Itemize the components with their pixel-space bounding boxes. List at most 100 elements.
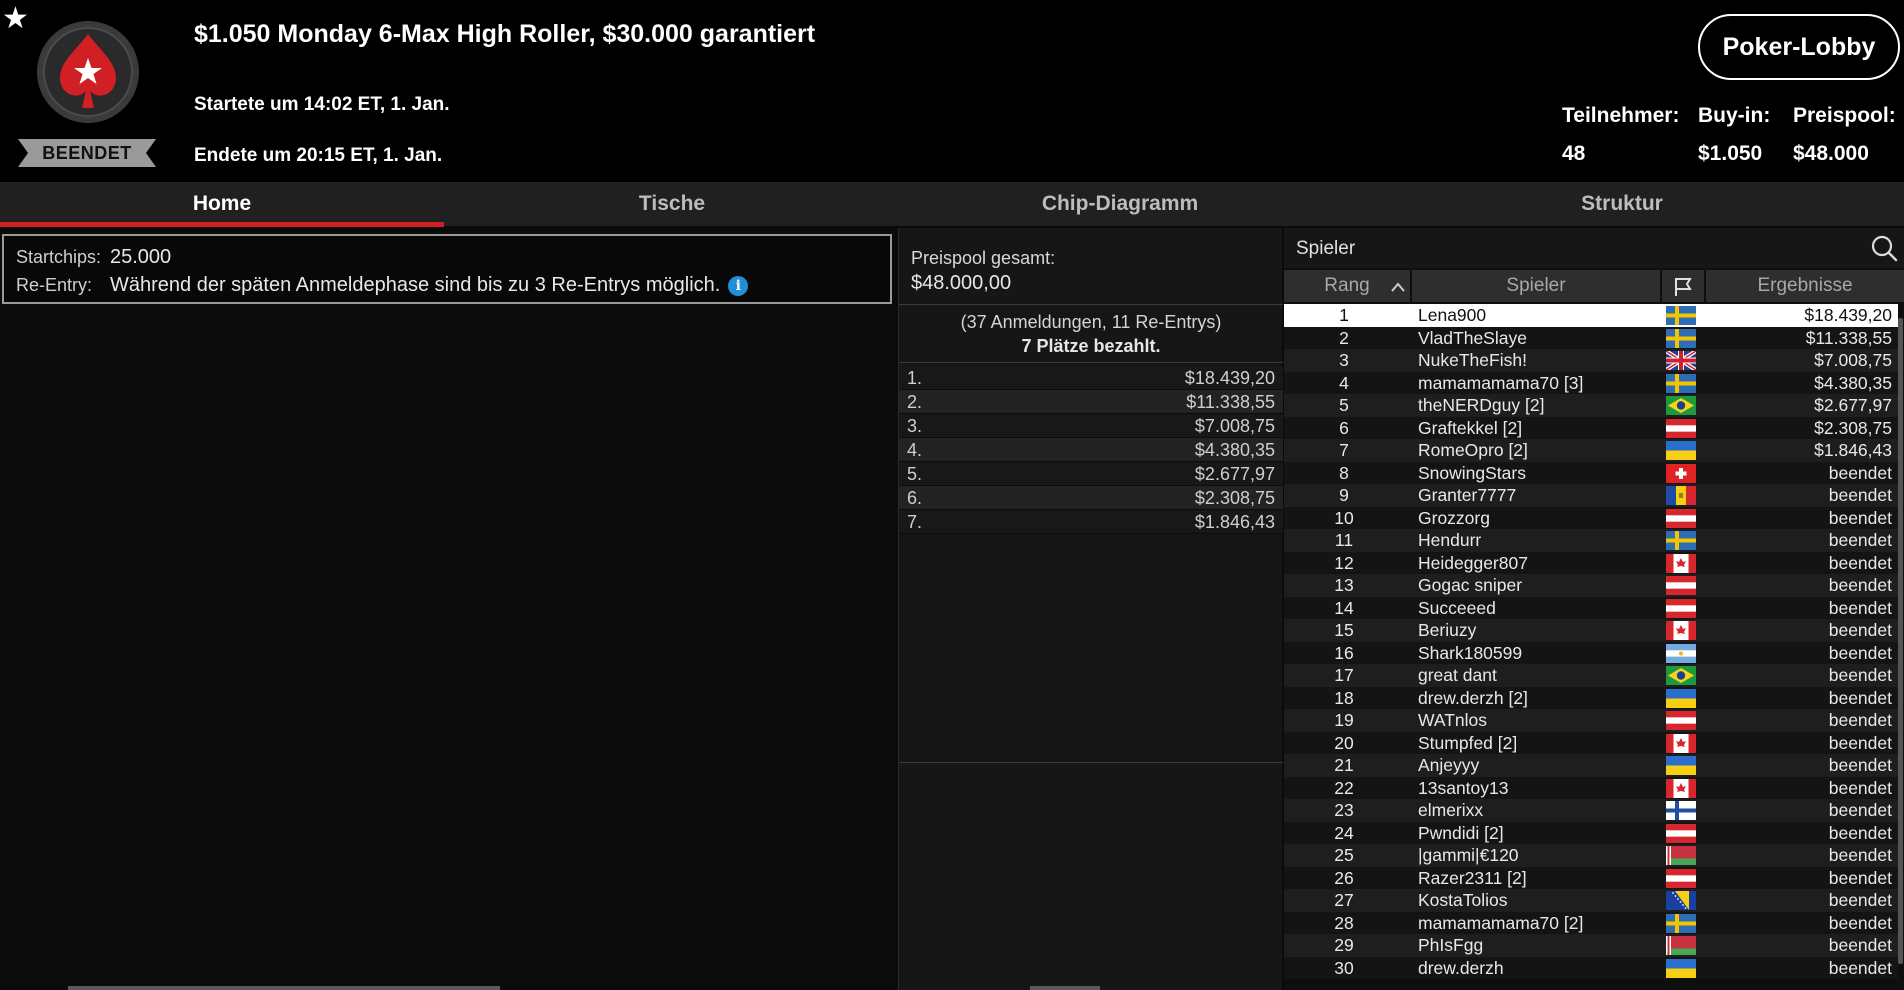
column-results[interactable]: Ergebnisse bbox=[1706, 270, 1904, 302]
tab-home[interactable]: Home bbox=[0, 182, 444, 226]
payout-amount: $2.677,97 bbox=[1194, 464, 1275, 484]
player-row[interactable]: 28 mamamamama70 [2] beendet bbox=[1284, 911, 1898, 934]
player-name: Anjeyyy bbox=[1418, 755, 1480, 775]
payout-amount: $1.846,43 bbox=[1194, 512, 1275, 532]
payout-place: 6. bbox=[907, 488, 923, 508]
vertical-scrollbar[interactable] bbox=[1898, 318, 1903, 964]
player-rank: 19 bbox=[1334, 710, 1354, 730]
player-row[interactable]: 23 elmerixx beendet bbox=[1284, 799, 1898, 822]
player-row[interactable]: 2 VladTheSlaye $11.338,55 bbox=[1284, 326, 1898, 349]
player-result: beendet bbox=[1828, 530, 1892, 550]
player-rank: 27 bbox=[1334, 890, 1354, 910]
player-name: RomeOpro [2] bbox=[1418, 440, 1528, 460]
horizontal-scrollbar[interactable] bbox=[68, 986, 500, 990]
player-name: Grozzorg bbox=[1418, 507, 1490, 528]
player-rank: 18 bbox=[1334, 687, 1354, 708]
player-name: drew.derzh bbox=[1418, 957, 1504, 978]
horizontal-scrollbar[interactable] bbox=[1030, 986, 1100, 990]
player-row[interactable]: 6 Graftekkel [2] $2.308,75 bbox=[1284, 416, 1898, 439]
player-row[interactable]: 7 RomeOpro [2] $1.846,43 bbox=[1284, 439, 1898, 462]
tab-chip-diagramm[interactable]: Chip-Diagramm bbox=[900, 182, 1340, 226]
player-row[interactable]: 12 Heidegger807 beendet bbox=[1284, 551, 1898, 574]
player-row[interactable]: 26 Razer2311 [2] beendet bbox=[1284, 866, 1898, 889]
player-name: SnowingStars bbox=[1418, 462, 1526, 483]
country-flag-ua-icon bbox=[1666, 688, 1696, 708]
payout-row: 1. $18.439,20 bbox=[899, 366, 1283, 390]
country-flag-at-icon bbox=[1666, 823, 1696, 843]
players-header: Spieler bbox=[1284, 228, 1904, 268]
tab-tische[interactable]: Tische bbox=[444, 182, 900, 226]
player-result: beendet bbox=[1828, 665, 1892, 685]
country-flag-se-icon bbox=[1666, 328, 1696, 348]
player-row[interactable]: 29 PhIsFgg beendet bbox=[1284, 934, 1898, 957]
player-row[interactable]: 11 Hendurr beendet bbox=[1284, 529, 1898, 552]
payout-row: 3. $7.008,75 bbox=[899, 414, 1283, 438]
player-rank: 7 bbox=[1339, 440, 1349, 460]
player-row[interactable]: 21 Anjeyyy beendet bbox=[1284, 754, 1898, 777]
country-flag-se-icon bbox=[1666, 531, 1696, 550]
column-flag[interactable] bbox=[1662, 270, 1704, 302]
column-player[interactable]: Spieler bbox=[1412, 270, 1660, 302]
payout-place: 2. bbox=[907, 392, 923, 412]
player-result: beendet bbox=[1828, 822, 1892, 843]
players-panel: Spieler Rang Spieler Ergebnisse 1 Lena900… bbox=[1284, 228, 1904, 990]
player-row[interactable]: 9 Granter7777 beendet bbox=[1284, 484, 1898, 507]
status-badge-text: BEENDET bbox=[42, 143, 132, 163]
chevron-up-icon[interactable] bbox=[1390, 280, 1406, 294]
player-name: mamamamama70 [3] bbox=[1418, 372, 1584, 393]
player-result: $1.846,43 bbox=[1814, 440, 1892, 460]
player-row[interactable]: 22 13santoy13 beendet bbox=[1284, 776, 1898, 799]
player-row[interactable]: 25 |gammi|€120 beendet bbox=[1284, 844, 1898, 867]
payout-place: 3. bbox=[907, 416, 923, 436]
player-row[interactable]: 14 Succeeed beendet bbox=[1284, 596, 1898, 619]
paid-places: 7 Plätze bezahlt. bbox=[1021, 336, 1161, 356]
star-icon[interactable]: ★ bbox=[2, 4, 29, 34]
player-rank: 5 bbox=[1339, 395, 1349, 415]
player-row[interactable]: 13 Gogac sniper beendet bbox=[1284, 574, 1898, 597]
start-time: Startete um 14:02 ET, 1. Jan. bbox=[194, 94, 450, 115]
info-icon[interactable]: i bbox=[728, 276, 749, 296]
country-flag-at-icon bbox=[1666, 576, 1696, 596]
payout-amount: $7.008,75 bbox=[1194, 416, 1275, 436]
prizepool-label: Preispool: bbox=[1793, 104, 1896, 127]
player-row[interactable]: 30 drew.derzh beendet bbox=[1284, 956, 1898, 979]
country-flag-md-icon bbox=[1666, 486, 1697, 505]
status-badge: BEENDET bbox=[18, 139, 156, 167]
payout-place: 4. bbox=[907, 440, 923, 460]
player-row[interactable]: 5 theNERDguy [2] $2.677,97 bbox=[1284, 394, 1898, 417]
player-row[interactable]: 17 great dant beendet bbox=[1284, 664, 1898, 687]
player-row[interactable]: 15 Beriuzy beendet bbox=[1284, 619, 1898, 642]
player-name: Shark180599 bbox=[1418, 642, 1523, 663]
player-row[interactable]: 4 mamamamama70 [3] $4.380,35 bbox=[1284, 371, 1898, 394]
player-name: Graftekkel [2] bbox=[1418, 417, 1523, 438]
player-name: NukeTheFish! bbox=[1418, 350, 1527, 370]
player-result: beendet bbox=[1828, 800, 1892, 820]
search-icon[interactable] bbox=[1870, 234, 1898, 262]
divider bbox=[899, 304, 1283, 305]
player-result: beendet bbox=[1828, 507, 1892, 528]
payout-row: 4. $4.380,35 bbox=[899, 438, 1283, 462]
player-row[interactable]: 24 Pwndidi [2] beendet bbox=[1284, 821, 1898, 844]
poker-lobby-button[interactable]: Poker-Lobby bbox=[1698, 14, 1900, 80]
startchips-row: Startchips: 25.000 bbox=[16, 246, 171, 269]
player-row[interactable]: 18 drew.derzh [2] beendet bbox=[1284, 686, 1898, 709]
player-row[interactable]: 27 KostaTolios beendet bbox=[1284, 889, 1898, 912]
country-flag-se-icon bbox=[1666, 373, 1696, 393]
player-row[interactable]: 19 WATnlos beendet bbox=[1284, 709, 1898, 732]
player-row[interactable]: 16 Shark180599 beendet bbox=[1284, 641, 1898, 664]
player-row[interactable]: 3 NukeTheFish! $7.008,75 bbox=[1284, 349, 1898, 372]
reentry-row: Re-Entry: Während der späten Anmeldephase… bbox=[16, 274, 749, 297]
player-row[interactable]: 1 Lena900 $18.439,20 bbox=[1284, 304, 1898, 327]
payout-row: 5. $2.677,97 bbox=[899, 462, 1283, 486]
player-result: beendet bbox=[1828, 957, 1892, 978]
player-row[interactable]: 10 Grozzorg beendet bbox=[1284, 506, 1898, 529]
startchips-value: 25.000 bbox=[110, 246, 172, 268]
player-row[interactable]: 20 Stumpfed [2] beendet bbox=[1284, 731, 1898, 754]
player-rank: 23 bbox=[1334, 800, 1354, 820]
player-rank: 16 bbox=[1334, 642, 1354, 663]
player-row[interactable]: 8 SnowingStars beendet bbox=[1284, 461, 1898, 484]
player-result: beendet bbox=[1828, 687, 1892, 708]
tab-struktur[interactable]: Struktur bbox=[1340, 182, 1904, 226]
player-rank: 29 bbox=[1334, 935, 1354, 955]
player-rank: 24 bbox=[1334, 822, 1354, 843]
